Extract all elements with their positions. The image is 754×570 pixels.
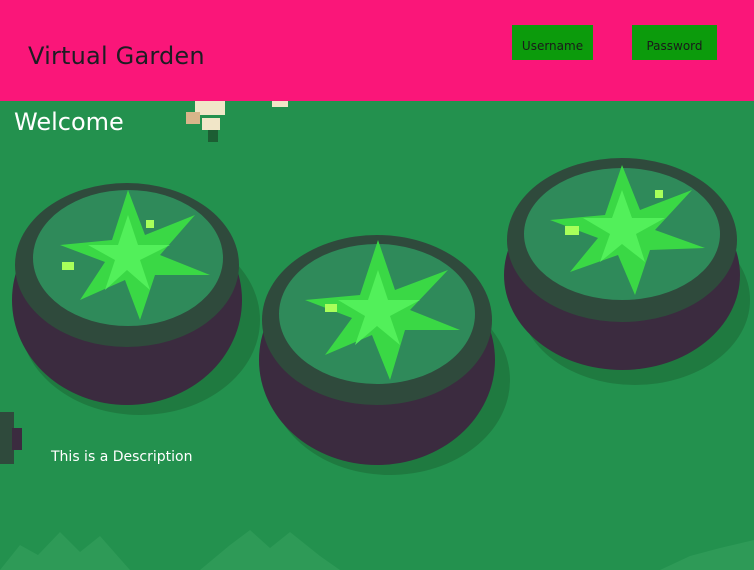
welcome-heading: Welcome [14, 108, 124, 136]
description-text: This is a Description [51, 449, 193, 465]
username-button[interactable]: Username [512, 25, 593, 60]
password-label: Password [646, 39, 703, 53]
password-button[interactable]: Password [632, 25, 717, 60]
app-title: Virtual Garden [28, 42, 205, 70]
username-label: Username [521, 39, 584, 53]
header-bar: Virtual Garden Username Password [0, 0, 754, 101]
